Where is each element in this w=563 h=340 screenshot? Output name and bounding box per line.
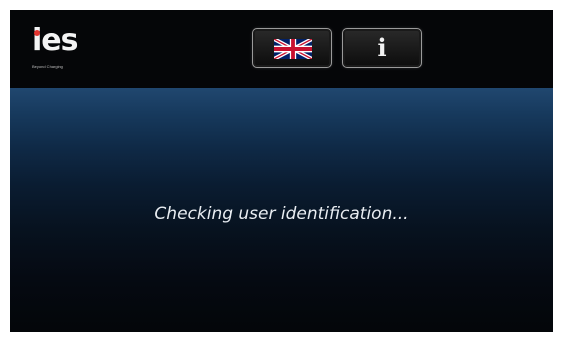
logo-dot — [34, 30, 40, 36]
ies-logo: ies Beyond Charging — [30, 24, 94, 76]
logo-tagline: Beyond Charging — [32, 64, 63, 69]
logo-wordmark: ies — [32, 23, 78, 58]
main-panel: Checking user identification... — [10, 88, 553, 332]
language-button[interactable] — [252, 28, 332, 68]
status-message: Checking user identification... — [154, 204, 409, 224]
screen: ies Beyond Charging i Checking user iden… — [10, 10, 553, 332]
header-bar: ies Beyond Charging i — [10, 10, 553, 88]
uk-flag-icon — [274, 39, 312, 59]
info-icon: i — [377, 33, 387, 62]
info-button[interactable]: i — [342, 28, 422, 68]
